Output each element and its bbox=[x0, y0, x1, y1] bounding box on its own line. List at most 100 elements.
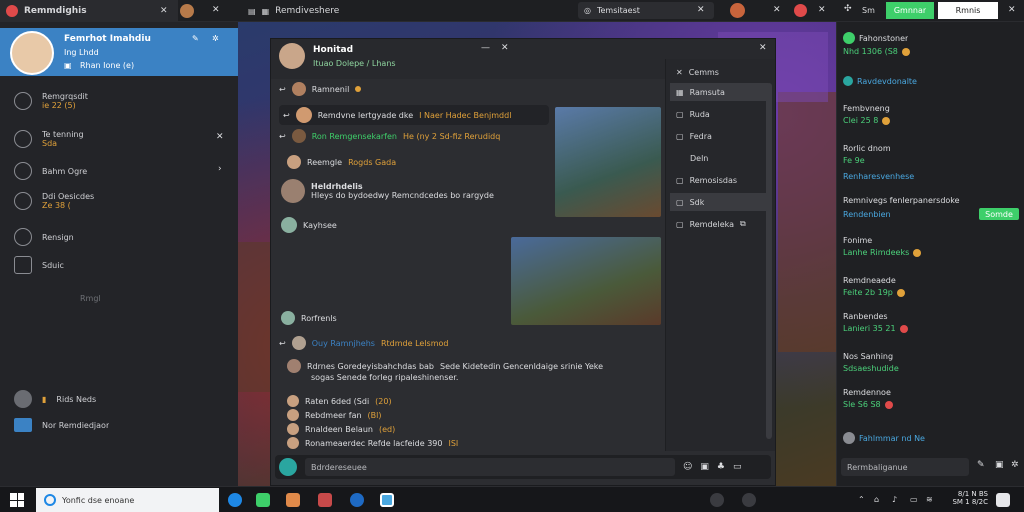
member-item[interactable]: Deln bbox=[670, 149, 768, 167]
footer-item[interactable]: Nor Remdiedjaor bbox=[14, 418, 109, 432]
sidebar-item[interactable]: Rensign bbox=[14, 228, 74, 246]
message[interactable]: Rorfrenls bbox=[281, 311, 337, 325]
close-icon[interactable]: ✕ bbox=[759, 43, 767, 53]
message-author: Ramnenil bbox=[311, 84, 350, 94]
store-icon[interactable] bbox=[380, 493, 394, 507]
circle-icon[interactable] bbox=[710, 493, 724, 507]
join-button[interactable]: Somde bbox=[979, 208, 1019, 220]
green-button[interactable]: Gmnnar bbox=[886, 2, 934, 19]
avatar-app-icon[interactable] bbox=[286, 493, 300, 507]
gif-icon[interactable]: ▣ bbox=[700, 462, 709, 472]
message[interactable]: Reemgle Rogds Gada bbox=[287, 155, 396, 169]
network-icon[interactable]: ⌂ bbox=[874, 495, 879, 504]
right-search[interactable]: Rermbaliganue bbox=[841, 458, 969, 476]
game-app-icon[interactable] bbox=[318, 493, 332, 507]
sidebar-item[interactable]: Sduic bbox=[14, 256, 64, 274]
top-search[interactable]: ◎ Temsitaest bbox=[578, 2, 714, 19]
feed-item[interactable]: Rorlic dnom Fe 9e bbox=[843, 144, 1019, 165]
close-icon[interactable]: ✕ bbox=[160, 6, 168, 16]
feed-item[interactable]: Fahlmmar nd Ne bbox=[843, 432, 1019, 444]
close-icon[interactable]: ✕ bbox=[697, 5, 705, 15]
feed-item[interactable]: Remdennoe Sle S6 S8 bbox=[843, 388, 1019, 409]
feed-item[interactable]: Renharesvenhese bbox=[843, 172, 1019, 181]
settings-icon[interactable]: ✲ bbox=[1011, 460, 1019, 470]
taskbar-search[interactable]: Yonfic dse enoane bbox=[36, 488, 219, 512]
gear-icon[interactable]: ✣ bbox=[844, 4, 852, 14]
member-item[interactable]: ▢ Fedra bbox=[670, 127, 768, 145]
white-button[interactable]: Rmnis bbox=[938, 2, 998, 19]
pin-icon[interactable]: ✎ bbox=[192, 34, 199, 43]
sidebar-item[interactable]: Te tenning Sda bbox=[14, 130, 84, 148]
screenshot-image[interactable] bbox=[511, 237, 661, 325]
feed-item[interactable]: Ranbendes Lanieri 35 21 bbox=[843, 312, 1019, 333]
close-icon[interactable]: ✕ bbox=[216, 132, 224, 142]
profile-card[interactable]: Femrhot Imahdiu ✎ ✲ Ing Lhdd ▣ Rhan Ione… bbox=[0, 28, 238, 76]
copy-icon[interactable]: ⧉ bbox=[740, 219, 746, 229]
message[interactable]: Rnaldeen Belaun (ed) bbox=[287, 423, 395, 435]
image-icon[interactable]: ▣ bbox=[995, 460, 1004, 470]
badge-icon bbox=[355, 86, 362, 92]
sidebar-item[interactable]: Ddi Oesicdes Ze 38 ( bbox=[14, 192, 94, 210]
message[interactable]: Rdrnes Goredeyisbahchdas bab Sede Kidete… bbox=[287, 359, 603, 373]
notification-icon[interactable] bbox=[996, 493, 1010, 507]
close-icon[interactable]: ✕ bbox=[773, 5, 781, 15]
member-item[interactable]: ▢ Ruda bbox=[670, 105, 768, 123]
close-icon[interactable]: ✕ bbox=[501, 43, 509, 53]
feed-item[interactable]: Remdneaede Feite 2b 19p bbox=[843, 276, 1019, 297]
message[interactable]: Raten 6ded (Sdi (20) bbox=[287, 395, 392, 407]
member-item[interactable]: ▢ Remdeleka ⧉ bbox=[670, 215, 768, 233]
reaction-icon[interactable]: ♣ bbox=[717, 462, 725, 472]
settings-icon[interactable]: ✲ bbox=[212, 34, 219, 43]
feed-item[interactable]: Fonime Lanhe Rimdeeks bbox=[843, 236, 1019, 257]
record-icon[interactable] bbox=[794, 4, 807, 17]
avatar-icon[interactable] bbox=[730, 3, 745, 18]
pencil-icon[interactable]: ✎ bbox=[977, 460, 985, 470]
browser-tab[interactable]: ▤ ▦ Remdiveshere bbox=[242, 0, 572, 22]
screenshot-image[interactable] bbox=[555, 107, 661, 217]
browser-icon[interactable] bbox=[350, 493, 364, 507]
wifi-icon[interactable]: ≋ bbox=[926, 495, 933, 504]
avatar-icon[interactable] bbox=[180, 4, 194, 18]
clock[interactable]: 8/1 N BS SM 1 8/2C bbox=[944, 490, 988, 506]
feed-item[interactable]: Fahonstoner Nhd 1306 (S8 bbox=[843, 32, 1019, 56]
member-item[interactable]: ▢ Remosisdas bbox=[670, 171, 768, 189]
sidebar-item[interactable]: Bahm Ogre bbox=[14, 162, 87, 180]
scrollbar[interactable] bbox=[766, 83, 772, 439]
member-item[interactable]: ▦ Ramsuta bbox=[670, 83, 768, 101]
feed-item[interactable]: Nos Sanhing Sdsaeshudide bbox=[843, 352, 1019, 373]
message[interactable]: Heldrhdelis Hleys do bydoedwy Remcndcede… bbox=[281, 179, 494, 203]
message[interactable]: ↩ Ouy Ramnjhehs Rtdmde Lelsmod bbox=[279, 336, 448, 350]
chat-app-icon[interactable] bbox=[256, 493, 270, 507]
chevron-right-icon[interactable]: › bbox=[218, 164, 222, 174]
volume-icon[interactable]: ♪ bbox=[892, 495, 897, 504]
screen-icon[interactable]: ▭ bbox=[733, 462, 742, 472]
sidebar-item[interactable]: Remgrqsdit ie 22 (5) bbox=[14, 92, 88, 110]
circle-icon[interactable] bbox=[742, 493, 756, 507]
battery-icon[interactable]: ▭ bbox=[910, 495, 918, 504]
app-tab[interactable]: Remmdighis ✕ bbox=[0, 0, 178, 22]
close-icon[interactable]: ✕ bbox=[676, 68, 683, 77]
message[interactable]: ↩ Ramnenil bbox=[279, 82, 362, 96]
message[interactable]: sogas Senede forleg ripaleshinenser. bbox=[311, 373, 458, 382]
message[interactable]: Kayhsee bbox=[281, 217, 337, 233]
close-icon[interactable]: ✕ bbox=[1008, 5, 1016, 15]
edge-icon[interactable] bbox=[228, 493, 242, 507]
sidebar-item[interactable]: Rmgl bbox=[80, 294, 101, 303]
message-input-placeholder[interactable]: Bdrdereseuee bbox=[311, 463, 367, 472]
chevron-up-icon[interactable]: ⌃ bbox=[858, 495, 865, 504]
feed-item[interactable]: Fembvneng Clei 25 8 bbox=[843, 104, 1019, 125]
message-input[interactable]: Bdrdereseuee ☺ ▣ ♣ ▭ bbox=[275, 455, 771, 479]
member-item[interactable]: ▢ Sdk bbox=[670, 193, 768, 211]
emoji-icon[interactable]: ☺ bbox=[683, 462, 692, 472]
footer-item[interactable]: ▮ Rids Neds bbox=[14, 390, 96, 408]
feed-item[interactable]: Ravdevdonalte bbox=[843, 76, 1019, 86]
feed-item[interactable]: Remnivegs fenlerpanersdoke Rendenbien So… bbox=[843, 196, 1019, 220]
message[interactable]: ↩ Ron Remgensekarfen He (ny 2 Sd-fiz Rer… bbox=[279, 129, 500, 143]
message[interactable]: Ronameaerdec Refde lacfeide 390 ISI bbox=[287, 437, 458, 449]
message[interactable]: Rebdmeer fan (Bl) bbox=[287, 409, 382, 421]
minimize-icon[interactable]: — bbox=[481, 43, 490, 53]
message[interactable]: ↩ Remdvne lertgyade dke I Naer Hadec Ben… bbox=[279, 105, 549, 125]
windows-start-icon[interactable] bbox=[10, 493, 24, 507]
close-icon[interactable]: ✕ bbox=[212, 5, 220, 15]
close-icon[interactable]: ✕ bbox=[818, 5, 826, 15]
